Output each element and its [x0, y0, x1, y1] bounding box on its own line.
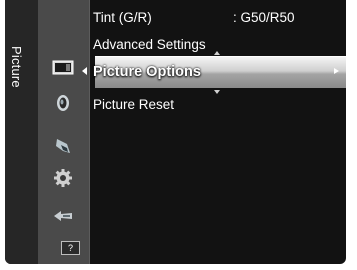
- scroll-up-icon: [214, 51, 220, 55]
- menu-item-tint[interactable]: Tint (G/R): [93, 10, 152, 25]
- category-label: Picture: [9, 46, 24, 88]
- setup-icon[interactable]: [51, 135, 75, 157]
- menu-item-picture-reset[interactable]: Picture Reset: [93, 97, 174, 112]
- menu-item-tint-value: : G50/R50: [233, 10, 295, 25]
- menu-item-advanced-settings[interactable]: Advanced Settings: [93, 37, 206, 52]
- input-icon[interactable]: [51, 205, 75, 227]
- arrow-right-icon: [334, 68, 339, 74]
- arrow-left-icon: [82, 67, 87, 75]
- category-icon-column: ?: [38, 0, 90, 264]
- menu-item-picture-options[interactable]: Picture Options: [93, 64, 201, 80]
- sound-icon[interactable]: [51, 92, 75, 114]
- scroll-down-icon: [214, 90, 220, 94]
- support-icon[interactable]: ?: [61, 241, 80, 255]
- settings-icon[interactable]: [51, 167, 75, 189]
- category-label-column: Picture: [5, 0, 38, 264]
- screenshot-frame: Picture ? Tint (G/R): G50/R50 Advanced …: [0, 0, 357, 270]
- picture-icon[interactable]: [51, 57, 75, 79]
